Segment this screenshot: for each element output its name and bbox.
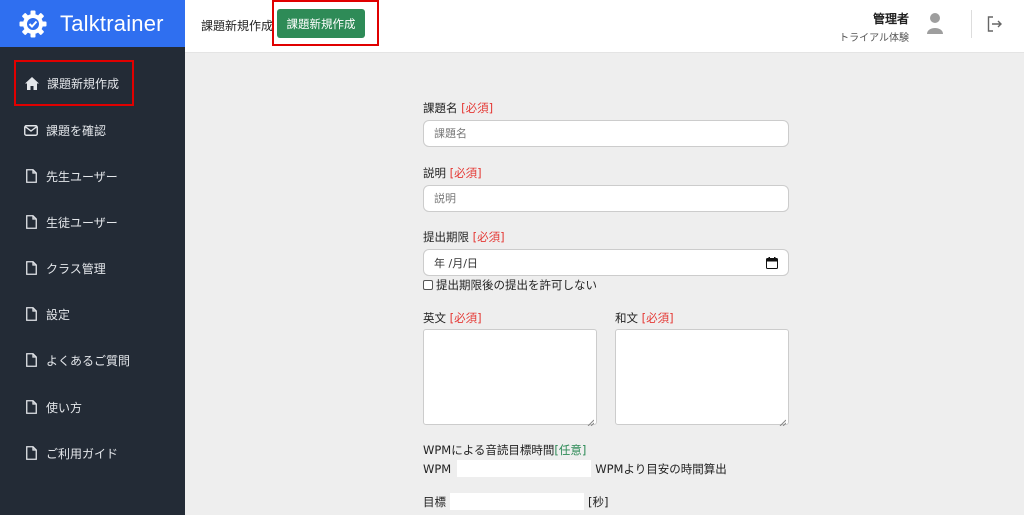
japanese-textarea[interactable] xyxy=(615,329,789,427)
sidebar: Talktrainer 課題新規作成 課題を確認 先生ユーザー 生徒ユーザー ク… xyxy=(0,0,185,515)
top-header: 課題新規作成 課題新規作成 管理者 トライアル体験 xyxy=(185,0,1024,53)
late-submission-checkbox[interactable] xyxy=(423,280,433,290)
deadline-date-input[interactable]: 年 /月/日 xyxy=(423,249,789,276)
file-icon xyxy=(24,169,38,183)
optional-tag: [任意] xyxy=(554,443,587,457)
user-role: 管理者 xyxy=(872,12,909,26)
target-suffix: [秒] xyxy=(588,494,609,509)
sidebar-item-faq[interactable]: よくあるご質問 xyxy=(0,343,185,377)
user-avatar-icon[interactable] xyxy=(927,12,943,36)
file-icon xyxy=(24,307,38,321)
create-task-button[interactable]: 課題新規作成 xyxy=(277,9,365,38)
sidebar-item-label: クラス管理 xyxy=(46,261,106,276)
breadcrumb: 課題新規作成 xyxy=(201,19,274,33)
sidebar-item-label: よくあるご質問 xyxy=(46,353,131,368)
late-submission-label: 提出期限後の提出を許可しない xyxy=(436,278,597,292)
sidebar-item-student-users[interactable]: 生徒ユーザー xyxy=(0,205,185,239)
sidebar-item-check-tasks[interactable]: 課題を確認 xyxy=(0,113,185,147)
late-submission-row[interactable]: 提出期限後の提出を許可しない xyxy=(423,277,789,293)
sidebar-item-label: 課題新規作成 xyxy=(47,76,120,91)
target-prefix: 目標 xyxy=(423,494,446,509)
sidebar-item-class-management[interactable]: クラス管理 xyxy=(0,251,185,285)
english-textarea[interactable] xyxy=(423,329,597,427)
wpm-row: WPM WPMより目安の時間算出 xyxy=(423,460,789,477)
target-row: 目標 [秒] xyxy=(423,493,789,510)
text-areas-row: 英文 [必須] 和文 [必須] xyxy=(423,310,789,427)
deadline-value: 年 /月/日 xyxy=(434,256,478,270)
required-tag: [必須] xyxy=(472,230,505,244)
japanese-field: 和文 [必須] xyxy=(615,310,789,427)
wpm-prefix: WPM xyxy=(423,461,452,476)
task-title-input[interactable] xyxy=(423,120,789,147)
sidebar-item-create-task[interactable]: 課題新規作成 xyxy=(14,60,134,106)
task-form: 課題名 [必須] 説明 [必須] 提出期限 [必須] 年 /月/日 提出期限後の… xyxy=(423,100,789,510)
header-divider xyxy=(971,10,972,38)
japanese-label: 和文 [必須] xyxy=(615,311,674,325)
file-icon xyxy=(24,215,38,229)
sidebar-item-label: 生徒ユーザー xyxy=(46,215,118,230)
sidebar-item-usage-guide[interactable]: ご利用ガイド xyxy=(0,436,185,470)
sidebar-item-label: 使い方 xyxy=(46,400,83,415)
description-input[interactable] xyxy=(423,185,789,212)
required-tag: [必須] xyxy=(449,311,482,325)
wpm-input[interactable] xyxy=(457,460,592,477)
sidebar-item-label: 課題を確認 xyxy=(46,123,107,138)
sidebar-item-label: ご利用ガイド xyxy=(46,446,119,461)
required-tag: [必須] xyxy=(641,311,674,325)
file-icon xyxy=(24,400,38,414)
file-icon xyxy=(24,446,38,460)
home-icon xyxy=(25,76,39,90)
english-label: 英文 [必須] xyxy=(423,311,482,325)
mail-icon xyxy=(24,123,38,137)
brand[interactable]: Talktrainer xyxy=(0,0,185,47)
resize-grip-icon[interactable] xyxy=(779,415,787,427)
sidebar-item-settings[interactable]: 設定 xyxy=(0,297,185,331)
gear-logo-icon xyxy=(18,9,48,39)
required-tag: [必須] xyxy=(449,166,482,180)
file-icon xyxy=(24,261,38,275)
task-title-label: 課題名 [必須] xyxy=(423,101,494,115)
sidebar-item-label: 設定 xyxy=(46,307,71,322)
resize-grip-icon[interactable] xyxy=(587,415,595,427)
wpm-section-label: WPMによる音読目標時間[任意] xyxy=(423,443,587,457)
english-field: 英文 [必須] xyxy=(423,310,597,427)
user-info[interactable]: 管理者 トライアル体験 xyxy=(839,10,909,44)
wpm-suffix: WPMより目安の時間算出 xyxy=(595,461,727,476)
sidebar-item-teacher-users[interactable]: 先生ユーザー xyxy=(0,159,185,193)
required-tag: [必須] xyxy=(461,101,494,115)
calendar-icon[interactable] xyxy=(766,256,778,269)
user-plan: トライアル体験 xyxy=(839,33,909,44)
description-label: 説明 [必須] xyxy=(423,166,482,180)
app-name: Talktrainer xyxy=(60,10,164,36)
sidebar-item-how-to-use[interactable]: 使い方 xyxy=(0,390,185,424)
deadline-label: 提出期限 [必須] xyxy=(423,230,505,244)
sidebar-item-label: 先生ユーザー xyxy=(46,169,118,184)
logout-icon[interactable] xyxy=(986,15,1004,33)
file-icon xyxy=(24,353,38,367)
target-seconds-input[interactable] xyxy=(450,493,584,510)
